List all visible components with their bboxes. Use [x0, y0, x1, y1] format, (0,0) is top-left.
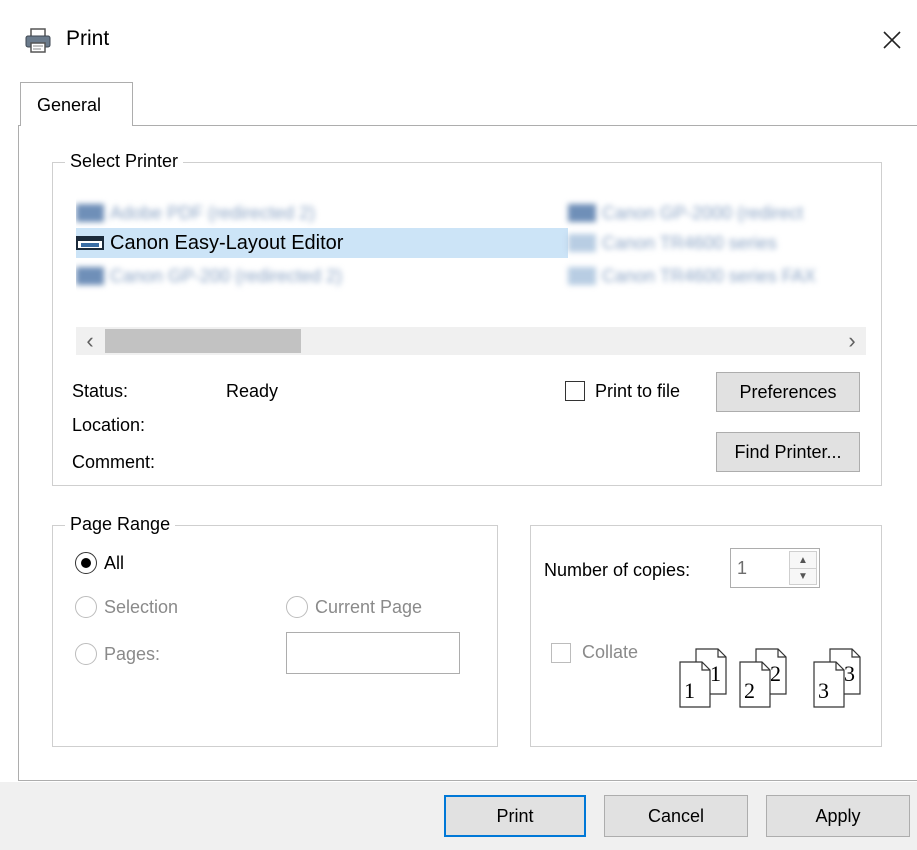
page-range-title: Page Range [65, 514, 176, 535]
chevron-left-icon: ‹ [86, 328, 94, 353]
printer-icon [568, 234, 596, 252]
close-icon [883, 31, 901, 49]
printer-icon [76, 204, 104, 222]
spin-buttons: ▲ ▼ [789, 551, 817, 585]
status-label: Status: [72, 381, 129, 401]
find-printer-button[interactable]: Find Printer... [716, 432, 860, 472]
printer-list[interactable]: Adobe PDF (redirected 2) Canon Easy-Layo… [76, 195, 866, 305]
current-page-radio[interactable] [286, 596, 308, 618]
printer-list-scrollbar[interactable]: ‹ › [76, 327, 866, 355]
pages-label[interactable]: Pages: [104, 644, 160, 665]
collate-pages-icon: 3 3 [810, 648, 870, 708]
location-label: Location: [72, 415, 146, 435]
printer-item[interactable]: Canon GP-200 (redirected 2) [76, 261, 396, 291]
pages-input[interactable] [286, 632, 460, 674]
status-value: Ready [226, 381, 279, 401]
printer-item[interactable]: Canon GP-2000 (redirect [568, 198, 866, 228]
printer-icon [568, 267, 596, 285]
scroll-left-button[interactable]: ‹ [76, 327, 104, 355]
collate-checkbox[interactable] [551, 643, 571, 663]
selection-radio[interactable] [75, 596, 97, 618]
collate-label[interactable]: Collate [582, 642, 638, 663]
pages-radio[interactable] [75, 643, 97, 665]
scrollbar-thumb[interactable] [105, 329, 301, 353]
print-button[interactable]: Print [444, 795, 586, 837]
preferences-button[interactable]: Preferences [716, 372, 860, 412]
select-printer-title: Select Printer [65, 151, 184, 172]
copies-group [530, 525, 882, 747]
print-to-file-label[interactable]: Print to file [595, 381, 680, 402]
selection-label[interactable]: Selection [104, 597, 178, 618]
spin-up-icon[interactable]: ▲ [790, 552, 816, 568]
printer-item[interactable]: Canon TR4600 series FAX [568, 261, 866, 291]
tab-general-label: General [37, 95, 102, 115]
collate-pages-icon: 2 2 [736, 648, 796, 708]
close-button[interactable] [872, 18, 912, 62]
printer-icon [76, 267, 104, 285]
number-of-copies-label: Number of copies: [544, 560, 691, 580]
spin-down-icon[interactable]: ▼ [790, 568, 816, 584]
tab-general[interactable]: General [20, 82, 133, 126]
collate-pages-icon: 1 1 [676, 648, 736, 708]
comment-label: Comment: [72, 452, 156, 472]
scroll-right-button[interactable]: › [838, 327, 866, 355]
chevron-right-icon: › [848, 328, 856, 353]
cancel-button[interactable]: Cancel [604, 795, 748, 837]
printer-item-selected[interactable]: Canon Easy-Layout Editor [76, 228, 568, 258]
all-radio[interactable] [75, 552, 97, 574]
window-title: Print [66, 27, 110, 50]
print-to-file-checkbox[interactable] [565, 381, 585, 401]
copies-spinner[interactable]: 1 ▲ ▼ [730, 548, 820, 588]
printer-icon [24, 28, 52, 54]
apply-button[interactable]: Apply [766, 795, 910, 837]
copies-value[interactable]: 1 [737, 558, 747, 579]
printer-icon [568, 204, 596, 222]
all-label[interactable]: All [104, 553, 124, 574]
current-page-label[interactable]: Current Page [315, 597, 422, 618]
title-bar: Print [0, 0, 917, 80]
printer-item[interactable]: Canon TR4600 series [568, 228, 866, 258]
printer-item[interactable]: Adobe PDF (redirected 2) [76, 198, 366, 228]
printer-icon [76, 234, 104, 252]
